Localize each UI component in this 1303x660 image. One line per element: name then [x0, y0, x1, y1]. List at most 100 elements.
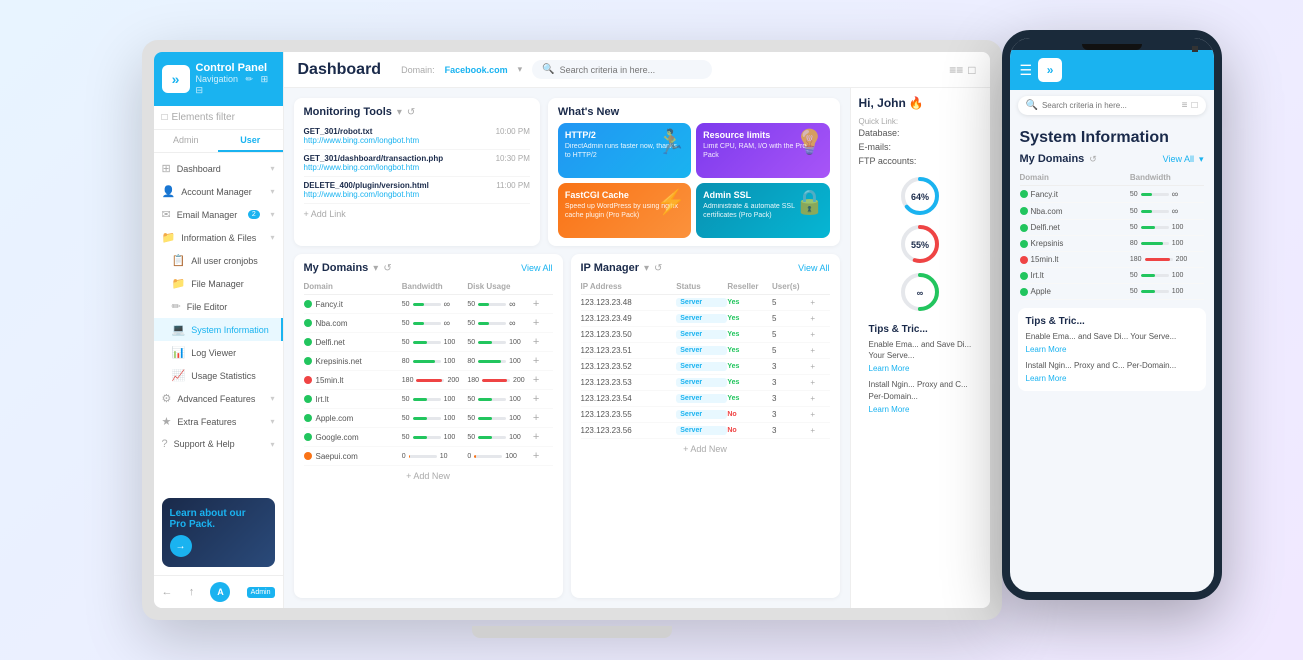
monitoring-refresh-icon[interactable]: ↺ [407, 107, 415, 118]
news-grid: HTTP/2 DirectAdmin runs faster now, than… [558, 123, 830, 238]
ip-add-icon[interactable]: + [810, 410, 829, 419]
mobile-view-all[interactable]: View All [1163, 154, 1194, 164]
ip-row-8: 123.123.23.56 Server No 3 + [581, 423, 830, 439]
news-card-resource[interactable]: Resource limits Limit CPU, RAM, I/O with… [696, 123, 829, 178]
nav-cronjobs[interactable]: 📋 All user cronjobs [154, 249, 283, 272]
monitor-method-0: GET_301/robot.txt [304, 127, 373, 136]
mobile-page-title: System Information [1020, 129, 1204, 147]
ip-add-icon[interactable]: + [810, 378, 829, 387]
ip-add-new-button[interactable]: + Add New [581, 439, 830, 459]
mobile-search-input[interactable] [1042, 101, 1178, 110]
add-icon[interactable]: + [533, 431, 553, 443]
monitor-item-2: DELETE_400/plugin/version.html 11:00 PM … [304, 177, 530, 204]
monitor-method-1: GET_301/dashboard/transaction.php [304, 154, 444, 163]
ip-add-icon[interactable]: + [810, 346, 829, 355]
ip-refresh-icon[interactable]: ↺ [654, 263, 662, 274]
add-icon[interactable]: + [533, 412, 553, 424]
monitor-url-0[interactable]: http://www.bing.com/longbot.htm [304, 136, 530, 145]
mobile-row-fancy: Fancy.it 50∞ [1020, 186, 1204, 203]
learn-more-1[interactable]: Learn More [869, 364, 972, 373]
add-link-button[interactable]: + Add Link [304, 209, 530, 219]
domains-add-new-button[interactable]: + Add New [304, 466, 553, 486]
domain-value[interactable]: Facebook.com [445, 65, 508, 75]
domain-label: Domain: [401, 65, 435, 75]
monitor-url-2[interactable]: http://www.bing.com/longbot.htm [304, 190, 530, 199]
sidebar-promo: Learn about our Pro Pack. → [162, 498, 275, 567]
add-icon[interactable]: + [533, 393, 553, 405]
add-icon[interactable]: + [533, 450, 553, 462]
ip-add-icon[interactable]: + [810, 394, 829, 403]
ip-add-icon[interactable]: + [810, 298, 829, 307]
stats-icon: 📈 [172, 369, 186, 382]
filter-icon[interactable]: ≡≡ [949, 63, 963, 77]
tab-user[interactable]: User [218, 130, 283, 152]
mobile-learn-more-2[interactable]: Learn More [1026, 374, 1198, 383]
nav-support[interactable]: ? Support & Help ▾ [154, 433, 283, 455]
account-icon: 👤 [162, 185, 176, 198]
domain-row-fancy: Fancy.it 50∞ 50∞ + [304, 295, 553, 314]
ip-add-icon[interactable]: + [810, 330, 829, 339]
news-card-http2[interactable]: HTTP/2 DirectAdmin runs faster now, than… [558, 123, 691, 178]
up-icon[interactable]: ↑ [189, 586, 195, 598]
add-icon[interactable]: + [533, 355, 553, 367]
progress-55-container: 55% [859, 222, 982, 266]
tab-admin[interactable]: Admin [154, 130, 219, 152]
add-icon[interactable]: + [533, 336, 553, 348]
ip-row-3: 123.123.23.51 Server Yes 5 + [581, 343, 830, 359]
mobile-filter-icon[interactable]: ≡ [1182, 100, 1188, 111]
mobile-tips-text-1: Enable Ema... and Save Di... Your Serve.… [1026, 331, 1198, 342]
domains-view-all[interactable]: View All [521, 263, 552, 273]
nav-dashboard[interactable]: ⊞ Dashboard ▾ [154, 157, 283, 180]
add-icon[interactable]: + [533, 298, 553, 310]
domain-row-google: Google.com 50100 50100 + [304, 428, 553, 447]
nav-account-manager[interactable]: 👤 Account Manager ▾ [154, 180, 283, 203]
ip-view-all[interactable]: View All [798, 263, 829, 273]
nav-log-viewer[interactable]: 📊 Log Viewer [154, 341, 283, 364]
mobile-search-bar[interactable]: 🔍 ≡ □ [1018, 96, 1206, 115]
nav-extra[interactable]: ★ Extra Features ▾ [154, 410, 283, 433]
system-icon: 💻 [172, 323, 186, 336]
news-resource-figure: 💡 [795, 128, 825, 157]
mobile-learn-more-1[interactable]: Learn More [1026, 345, 1198, 354]
domain-dropdown-icon[interactable]: ▾ [518, 64, 523, 75]
mobile-expand-icon[interactable]: □ [1191, 100, 1197, 111]
ip-add-icon[interactable]: + [810, 362, 829, 371]
ip-add-icon[interactable]: + [810, 426, 829, 435]
main-content: Dashboard Domain: Facebook.com ▾ 🔍 ≡≡ □ [284, 52, 990, 608]
promo-arrow-button[interactable]: → [170, 535, 192, 557]
nav-advanced[interactable]: ⚙ Advanced Features ▾ [154, 387, 283, 410]
news-card-ssl[interactable]: Admin SSL Administrate & automate SSL ce… [696, 183, 829, 238]
mobile-view-all-chevron[interactable]: ▾ [1199, 154, 1204, 165]
ip-add-icon[interactable]: + [810, 314, 829, 323]
external-icon[interactable]: □ [968, 63, 975, 77]
monitor-method-2: DELETE_400/plugin/version.html [304, 181, 429, 190]
domains-dropdown-icon[interactable]: ▾ [373, 263, 378, 274]
status-dot [304, 414, 312, 422]
nav-file-manager[interactable]: 📁 File Manager [154, 272, 283, 295]
whats-new-panel: What's New HTTP/2 DirectAdmin runs faste… [548, 98, 840, 246]
mobile-menu-icon[interactable]: ☰ [1020, 62, 1033, 79]
domains-refresh-icon[interactable]: ↺ [383, 263, 391, 274]
news-card-fastcgi[interactable]: FastCGI Cache Speed up WordPress by usin… [558, 183, 691, 238]
content-area: Monitoring Tools ▾ ↺ GET_301/robot.txt 1… [284, 88, 990, 608]
status-dot [304, 395, 312, 403]
ip-dropdown-icon[interactable]: ▾ [644, 263, 649, 274]
progress-ring-inf: ∞ [898, 270, 942, 314]
mobile-refresh-icon[interactable]: ↺ [1089, 154, 1097, 165]
logout-icon[interactable]: ← [162, 586, 173, 598]
nav-email-manager[interactable]: ✉ Email Manager 2 ▾ [154, 203, 283, 226]
add-icon[interactable]: + [533, 317, 553, 329]
monitoring-dropdown-icon[interactable]: ▾ [397, 107, 402, 118]
user-avatar[interactable]: A [210, 582, 230, 602]
nav-file-editor[interactable]: ✏ File Editor [154, 295, 283, 318]
nav-system-info[interactable]: 💻 System Information [154, 318, 283, 341]
nav-usage-stats[interactable]: 📈 Usage Statistics [154, 364, 283, 387]
add-icon[interactable]: + [533, 374, 553, 386]
monitor-url-1[interactable]: http://www.bing.com/longbot.htm [304, 163, 530, 172]
learn-more-2[interactable]: Learn More [869, 405, 972, 414]
search-bar[interactable]: 🔍 [532, 60, 712, 79]
svg-text:55%: 55% [911, 240, 929, 250]
search-input[interactable] [560, 65, 703, 75]
nav-info-files[interactable]: 📁 Information & Files ▾ [154, 226, 283, 249]
domain-row-irt: Irt.lt 50100 50100 + [304, 390, 553, 409]
